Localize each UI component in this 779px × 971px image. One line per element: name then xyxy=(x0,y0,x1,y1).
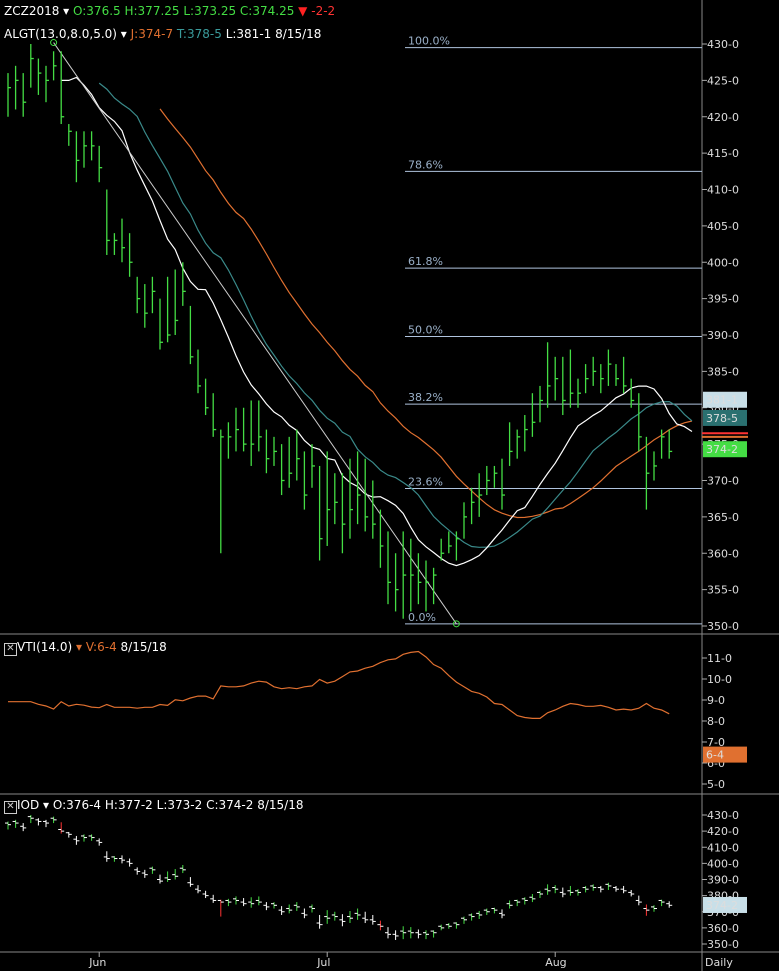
y-tick-label: 410-0 xyxy=(707,184,739,197)
iod-badge: 374-2 xyxy=(706,899,738,912)
y-tick-label: 10-0 xyxy=(707,673,732,686)
teeth-badge: 378-5 xyxy=(706,412,738,425)
fib-label: 38.2% xyxy=(408,391,443,404)
y-tick-label: 350-0 xyxy=(707,938,739,951)
y-tick-label: 420-0 xyxy=(707,111,739,124)
y-tick-label: 360-0 xyxy=(707,547,739,560)
y-tick-label: 360-0 xyxy=(707,922,739,935)
y-tick-label: 430-0 xyxy=(707,809,739,822)
y-tick-label: 390-0 xyxy=(707,329,739,342)
fib-label: 23.6% xyxy=(408,476,443,489)
y-tick-label: 410-0 xyxy=(707,841,739,854)
y-tick-label: 395-0 xyxy=(707,293,739,306)
y-tick-label: 5-0 xyxy=(707,778,725,791)
vti-badge: 6-4 xyxy=(706,749,724,762)
vti-line xyxy=(8,650,670,719)
y-tick-label: 355-0 xyxy=(707,584,739,597)
fib-label: 78.6% xyxy=(408,158,443,171)
y-tick-label: 425-0 xyxy=(707,74,739,87)
y-tick-label: 350-0 xyxy=(707,620,739,633)
y-tick-label: 11-0 xyxy=(707,652,732,665)
fib-label: 61.8% xyxy=(408,255,443,268)
y-tick-label: 430-0 xyxy=(707,38,739,51)
x-tick-label: Jul xyxy=(316,956,330,969)
x-tick-label: Aug xyxy=(545,956,566,969)
y-tick-label: 400-0 xyxy=(707,857,739,870)
y-tick-label: 390-0 xyxy=(707,874,739,887)
x-period-label: Daily xyxy=(705,956,733,969)
price-badge: 374-2 xyxy=(706,443,738,456)
y-tick-label: 9-0 xyxy=(707,694,725,707)
y-tick-label: 365-0 xyxy=(707,511,739,524)
fib-label: 50.0% xyxy=(408,323,443,336)
x-tick-label: Jun xyxy=(88,956,106,969)
trendline xyxy=(53,42,457,625)
chart-canvas[interactable]: 430-0 425-0 420-0 415-0 410-0 405-0 400-0 395-0… xyxy=(0,0,779,971)
y-tick-label: 385-0 xyxy=(707,365,739,378)
y-tick-label: 405-0 xyxy=(707,220,739,233)
fib-label: 100.0% xyxy=(408,35,450,48)
teeth-line xyxy=(98,82,693,548)
y-tick-label: 8-0 xyxy=(707,715,725,728)
lips-badge: 381-1 xyxy=(706,394,738,407)
fib-label: 0.0% xyxy=(408,611,436,624)
y-tick-label: 420-0 xyxy=(707,825,739,838)
y-tick-label: 370-0 xyxy=(707,475,739,488)
y-tick-label: 415-0 xyxy=(707,147,739,160)
y-tick-label: 400-0 xyxy=(707,256,739,269)
